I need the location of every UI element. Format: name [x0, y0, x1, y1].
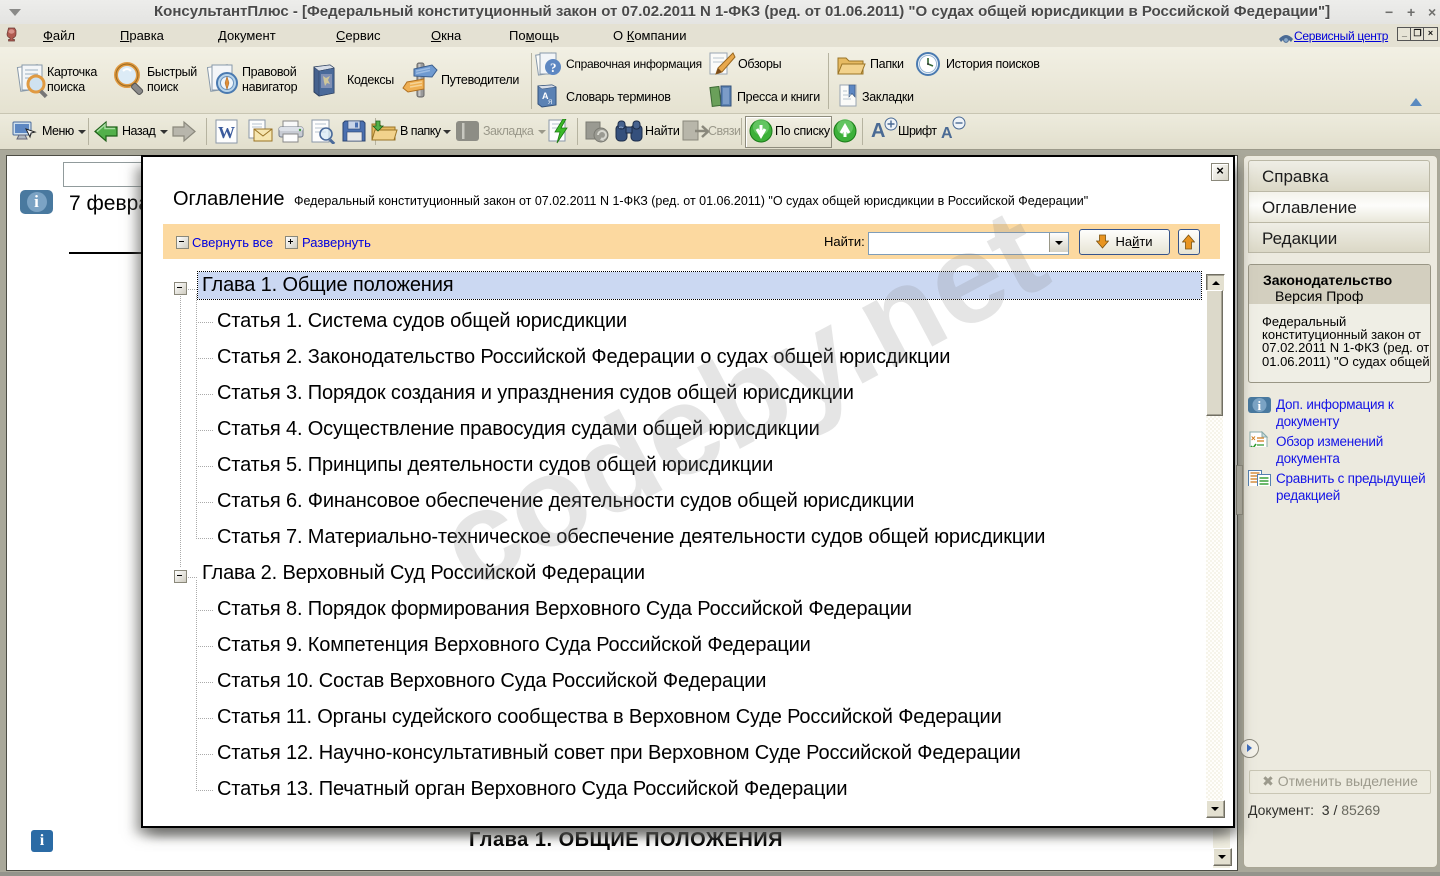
svg-text:я: я: [548, 97, 552, 106]
svg-text:i: i: [1258, 398, 1262, 413]
svg-text:W: W: [218, 123, 235, 142]
svg-text:?: ?: [550, 60, 557, 75]
svg-text:×: ×: [1251, 434, 1256, 443]
